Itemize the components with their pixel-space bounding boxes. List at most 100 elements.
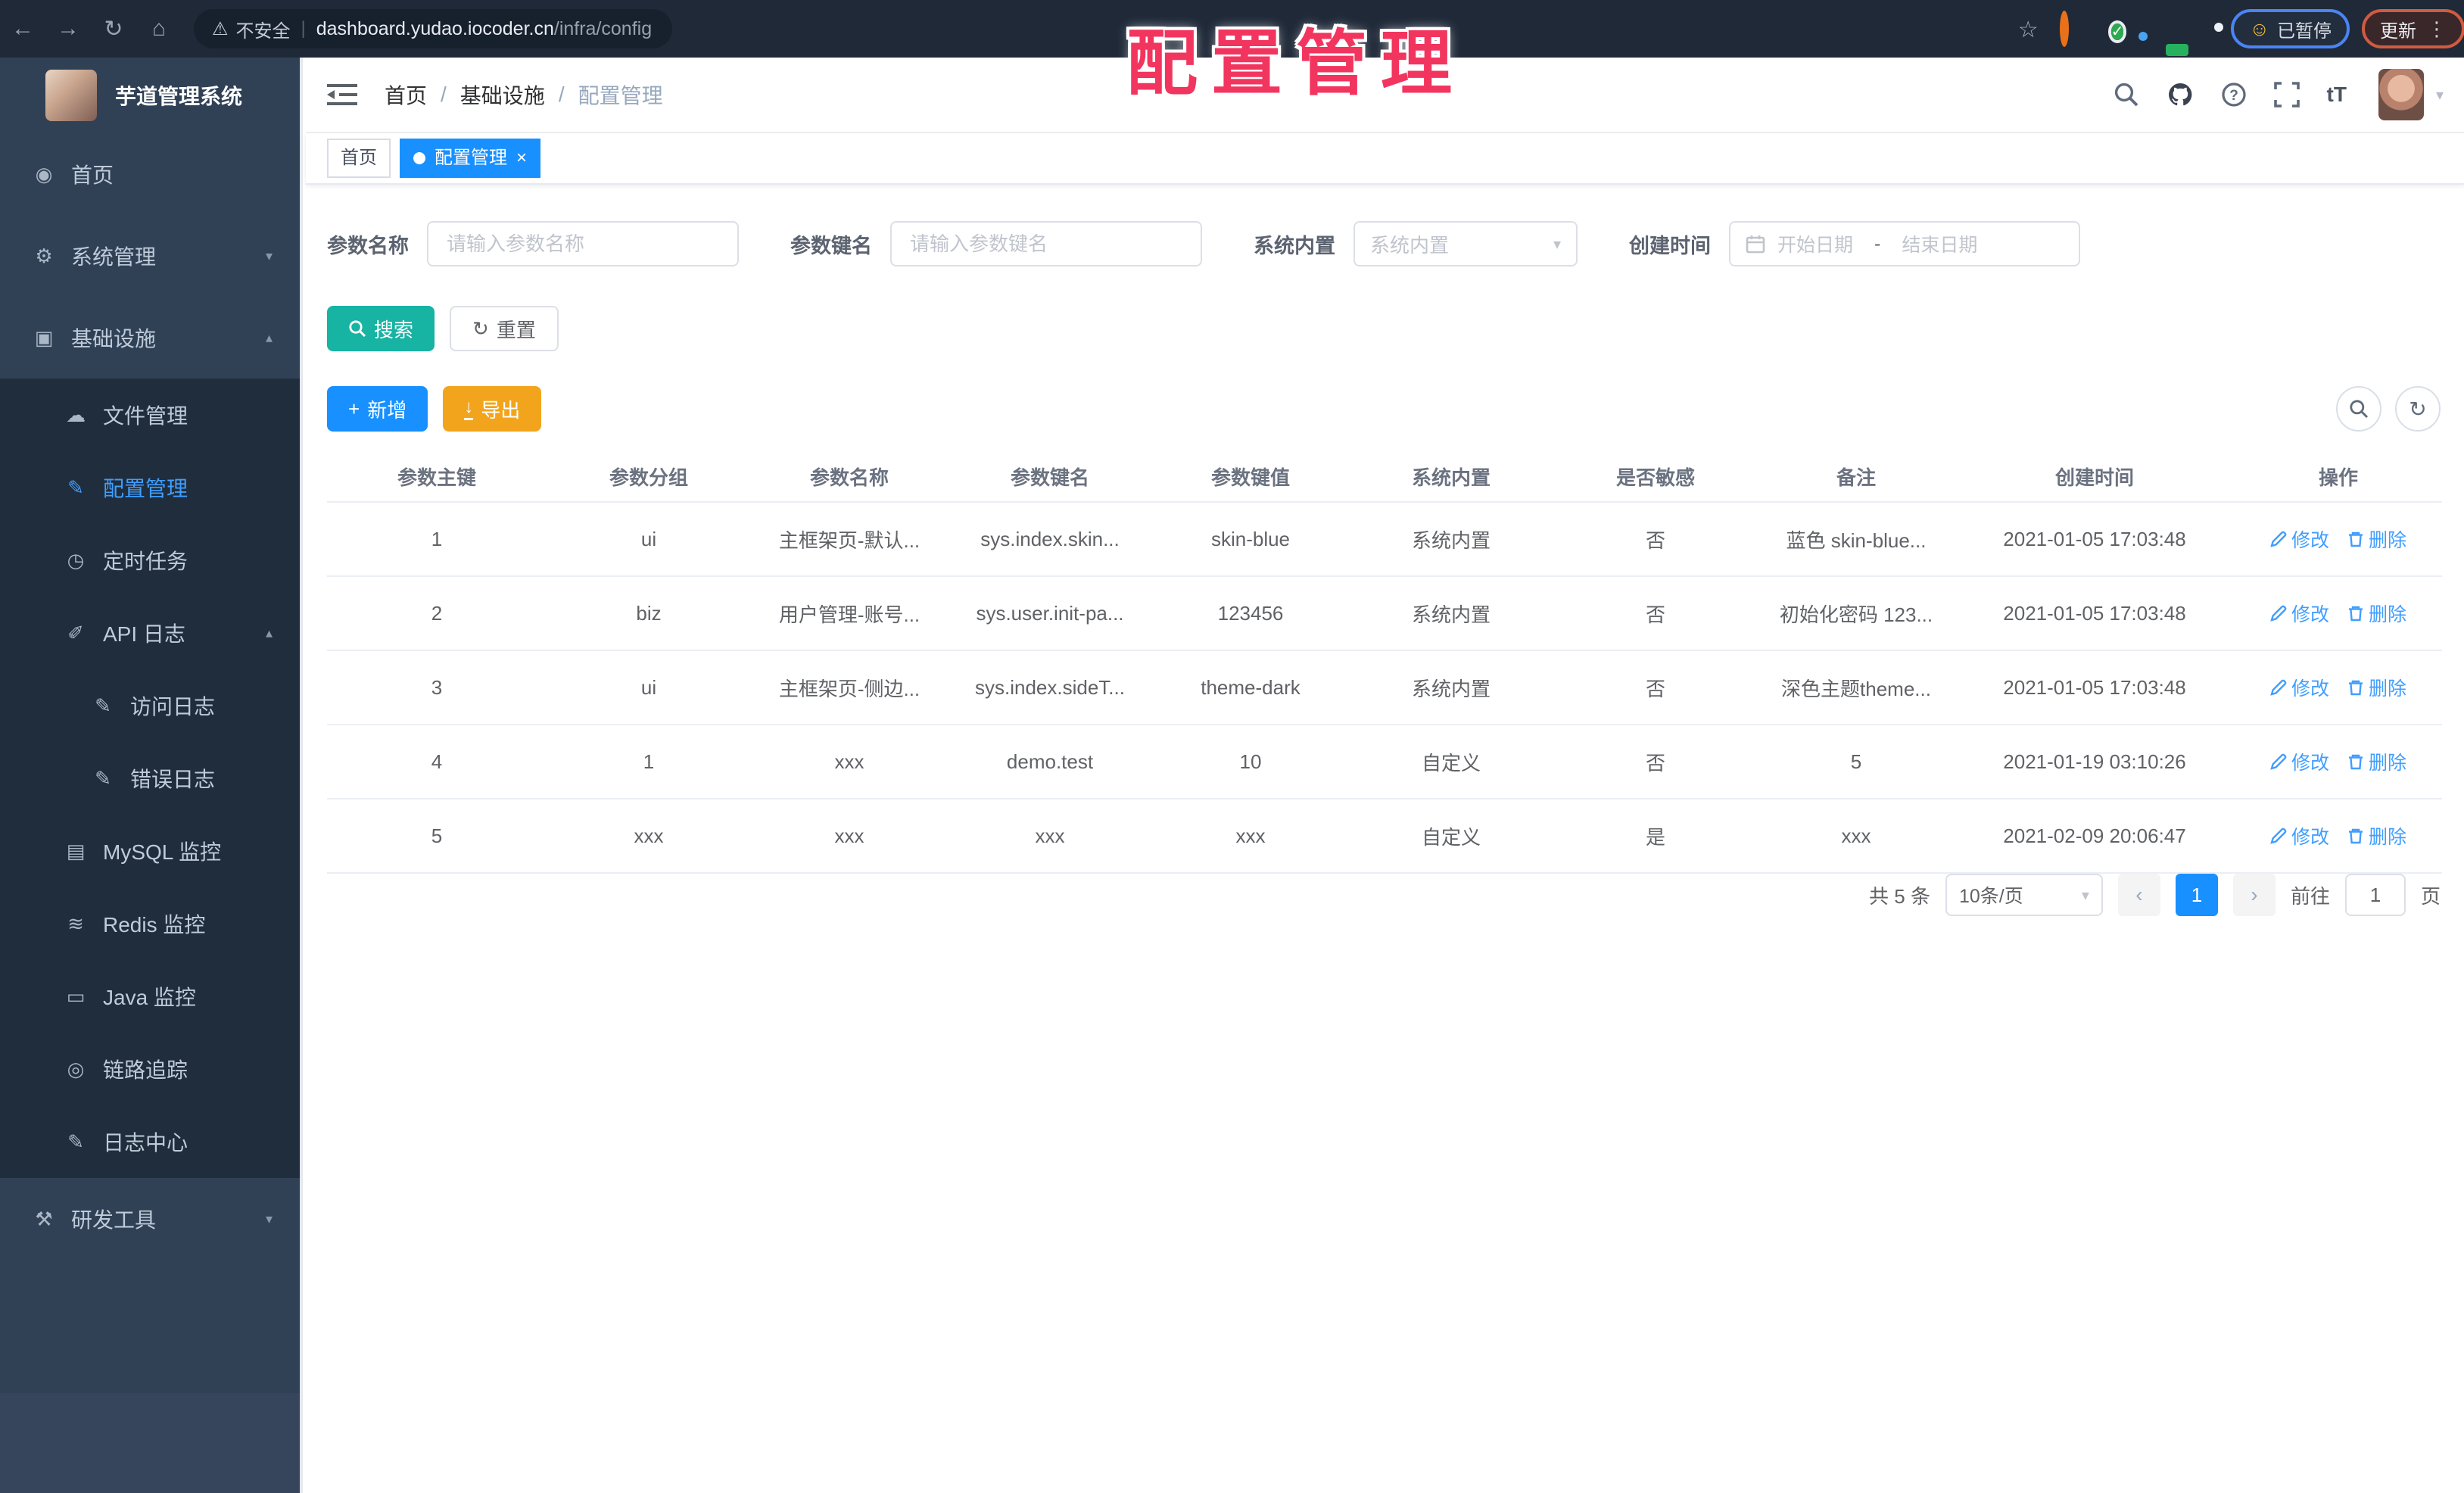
sidebar-item-mysql-monitor[interactable]: ▤ MySQL 监控: [0, 815, 300, 887]
sidebar-logo[interactable]: 芋道管理系统: [0, 58, 300, 133]
edit-row-link[interactable]: 修改: [2270, 822, 2329, 849]
close-icon[interactable]: ×: [516, 149, 527, 167]
refresh-table-button[interactable]: ↻: [2395, 386, 2441, 432]
cell: 2021-01-05 17:03:48: [2003, 527, 2186, 550]
cell: sys.index.sideT...: [975, 675, 1125, 699]
redis-icon: ≋: [67, 912, 84, 935]
edit-row-link[interactable]: 修改: [2270, 525, 2329, 553]
reset-button[interactable]: ↻ 重置: [450, 306, 559, 351]
smiley-icon: ☺: [2249, 17, 2269, 40]
edit-label: 修改: [2291, 530, 2329, 551]
delete-row-link[interactable]: 删除: [2347, 600, 2406, 627]
date-range-picker[interactable]: 开始日期 - 结束日期: [1729, 221, 2080, 266]
next-page-button[interactable]: ›: [2232, 874, 2276, 916]
edit-row-link[interactable]: 修改: [2270, 600, 2329, 627]
menu-label: API 日志: [103, 622, 185, 646]
address-bar[interactable]: ⚠ 不安全 | dashboard.yudao.iocoder.cn /infr…: [194, 9, 672, 48]
config-table: 参数主键 参数分组 参数名称 参数键名 参数键值 系统内置 是否敏感 备注 创建…: [327, 451, 2442, 874]
delete-row-link[interactable]: 删除: [2347, 674, 2406, 701]
breadcrumb-infra[interactable]: 基础设施: [460, 79, 545, 110]
font-size-icon[interactable]: tT: [2327, 83, 2347, 107]
fullscreen-icon[interactable]: [2273, 82, 2300, 108]
browser-home-icon[interactable]: ⌂: [136, 16, 182, 42]
avatar[interactable]: [2378, 69, 2424, 120]
sidebar-item-file-management[interactable]: ☁ 文件管理: [0, 379, 300, 451]
cloud-upload-icon: ☁: [66, 403, 86, 426]
sidebar-item-java-monitor[interactable]: ▭ Java 监控: [0, 960, 300, 1033]
add-button[interactable]: + 新增: [327, 386, 428, 432]
browser-reload-icon[interactable]: ↻: [91, 16, 136, 42]
page-size-select[interactable]: 10条/页 ▾: [1945, 874, 2103, 916]
sidebar-item-access-logs[interactable]: ✎ 访问日志: [0, 669, 300, 742]
current-page[interactable]: 1: [2175, 874, 2218, 916]
delete-row-link[interactable]: 删除: [2347, 748, 2406, 775]
goto-page-input[interactable]: [2344, 874, 2406, 916]
update-label: 更新: [2380, 20, 2416, 42]
sidebar-item-infrastructure[interactable]: ▣ 基础设施 ▴: [0, 297, 300, 379]
menu-label: 首页: [71, 164, 114, 187]
paused-label: 已暂停: [2277, 20, 2332, 42]
col-header: 参数键值: [1210, 466, 1290, 489]
github-icon[interactable]: [2167, 81, 2194, 108]
sidebar-item-log-center[interactable]: ✎ 日志中心: [0, 1105, 300, 1178]
sidebar-item-dev-tools[interactable]: ⚒ 研发工具 ▾: [0, 1178, 300, 1260]
browser-back-icon[interactable]: ←: [0, 16, 45, 42]
tag-home[interactable]: 首页: [327, 139, 391, 178]
sidebar-item-home[interactable]: ◉ 首页: [0, 133, 300, 215]
refresh-icon: ↻: [2409, 397, 2427, 421]
extension-orange-icon[interactable]: [2059, 10, 2069, 47]
browser-forward-icon[interactable]: →: [45, 16, 91, 42]
logo-image: [45, 70, 97, 121]
extension-check-icon[interactable]: ✓: [2110, 14, 2124, 43]
cell: xxx: [1035, 824, 1065, 847]
profile-paused-badge[interactable]: ☺ 已暂停: [2231, 9, 2350, 48]
col-header: 创建时间: [2054, 466, 2134, 489]
cell-actions: 修改 删除: [2235, 674, 2442, 701]
create-time-label: 创建时间: [1629, 234, 1711, 257]
table-row: 2 biz 用户管理-账号... sys.user.init-pa... 123…: [327, 577, 2442, 651]
system-builtin-select[interactable]: 系统内置 ▾: [1353, 221, 1578, 266]
sidebar-item-error-logs[interactable]: ✎ 错误日志: [0, 742, 300, 815]
param-key-input[interactable]: [890, 221, 1202, 266]
sidebar-item-redis-monitor[interactable]: ≋ Redis 监控: [0, 887, 300, 960]
cell: demo.test: [1006, 750, 1094, 773]
sidebar-item-scheduled-tasks[interactable]: ◷ 定时任务: [0, 524, 300, 597]
chrome-update-button[interactable]: 更新 ⋮: [2362, 9, 2464, 48]
sidebar-item-tracing[interactable]: ◎ 链路追踪: [0, 1033, 300, 1105]
tag-config-active[interactable]: 配置管理 ×: [400, 139, 541, 178]
search-button[interactable]: 搜索: [327, 306, 435, 351]
param-name-input[interactable]: [427, 221, 739, 266]
edit-row-link[interactable]: 修改: [2270, 674, 2329, 701]
star-icon: ☆: [2017, 17, 2039, 42]
edit-row-link[interactable]: 修改: [2270, 748, 2329, 775]
cell: 123456: [1217, 601, 1284, 625]
database-icon: ▤: [66, 839, 86, 862]
ring-icon: [2059, 10, 2069, 47]
help-icon[interactable]: ?: [2221, 82, 2247, 108]
delete-row-link[interactable]: 删除: [2347, 525, 2406, 553]
caret-down-icon[interactable]: ▾: [2436, 86, 2444, 104]
menu-label: Java 监控: [103, 986, 196, 1009]
menu-label: 基础设施: [71, 327, 157, 351]
collapse-sidebar-icon[interactable]: [327, 83, 360, 107]
prev-page-button[interactable]: ‹: [2117, 874, 2160, 916]
bookmark-star-icon[interactable]: ☆: [2018, 15, 2039, 43]
pagination: 共 5 条 10条/页 ▾ ‹ 1 › 前往 页: [1869, 874, 2441, 916]
table-row: 5 xxx xxx xxx xxx 自定义 是 xxx 2021-02-09 2…: [327, 799, 2442, 874]
search-label: 搜索: [374, 318, 414, 341]
delete-row-link[interactable]: 删除: [2347, 822, 2406, 849]
cell: skin-blue: [1210, 527, 1291, 550]
cell: 是: [1645, 825, 1665, 849]
search-icon[interactable]: [2114, 82, 2139, 108]
sidebar-item-system-management[interactable]: ⚙ 系统管理 ▾: [0, 215, 300, 297]
export-button[interactable]: ↓ 导出: [443, 386, 542, 432]
gm-badge: [2166, 44, 2189, 56]
kebab-menu-icon[interactable]: ⋮: [2427, 17, 2447, 41]
sidebar-item-config-management[interactable]: ✎ 配置管理: [0, 451, 300, 524]
divider: |: [301, 18, 306, 39]
clock-icon: ◷: [67, 548, 85, 572]
toolbox-icon: ⚒: [35, 1207, 53, 1230]
breadcrumb-home[interactable]: 首页: [385, 79, 427, 110]
toggle-search-button[interactable]: [2336, 386, 2381, 432]
sidebar-item-api-logs[interactable]: ✐ API 日志 ▴: [0, 597, 300, 669]
